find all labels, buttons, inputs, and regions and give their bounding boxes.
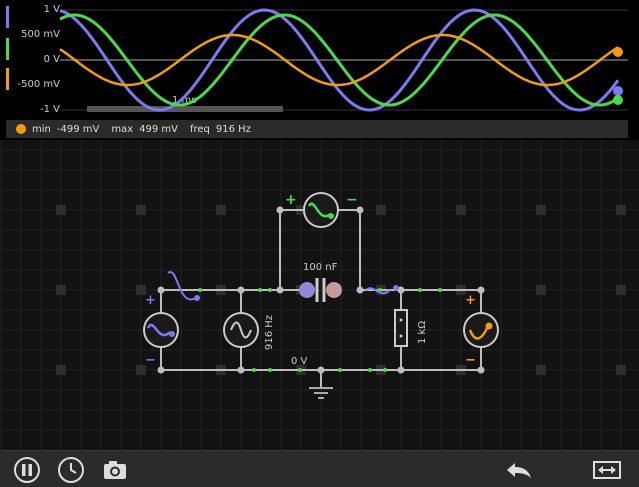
ch2-end-dot — [613, 95, 623, 105]
source-frequency: 916 Hz — [264, 315, 275, 350]
clock-icon — [58, 457, 84, 483]
fit-view-button[interactable] — [592, 455, 622, 485]
screenshot-button[interactable] — [100, 455, 130, 485]
freq-label: freq — [189, 123, 210, 135]
undo-icon — [507, 463, 531, 478]
resistor-value: 1 kΩ — [417, 321, 428, 344]
plus-sign: + — [285, 192, 297, 208]
y-label-neg500mv: -500 mV — [17, 79, 60, 90]
time-scale-bar[interactable] — [87, 106, 283, 112]
max-value: 499 mV — [139, 123, 178, 135]
minus-sign: − — [346, 192, 358, 208]
ch1-end-dot — [613, 86, 623, 96]
plus-sign: + — [465, 293, 476, 308]
capacitor[interactable]: 100 nF — [299, 262, 399, 302]
y-label-1v: 1 V — [43, 4, 60, 15]
probe-left[interactable]: + − — [143, 271, 200, 368]
y-label-0v: 0 V — [43, 54, 60, 65]
minus-sign: − — [465, 353, 476, 368]
channel-dot-icon — [16, 124, 26, 134]
min-label: min — [32, 123, 51, 135]
plus-sign: + — [145, 293, 156, 308]
ch3-end-dot — [613, 47, 623, 57]
minus-sign: − — [145, 353, 156, 368]
fit-icon — [593, 461, 621, 479]
circuit-canvas[interactable]: + − 916 Hz + − 100 nF 1 kΩ + − 0 V — [0, 140, 639, 450]
ac-source[interactable]: 916 Hz — [223, 312, 275, 350]
resistor[interactable]: 1 kΩ — [394, 309, 428, 347]
max-label: max — [111, 123, 134, 135]
undo-button[interactable] — [504, 455, 534, 485]
measurement-bar: min -499 mV max 499 mV freq 916 Hz — [6, 120, 628, 138]
ground-voltage: 0 V — [291, 356, 308, 367]
bottom-toolbar — [0, 450, 639, 487]
scope-graph: 1 ms — [6, 6, 628, 112]
pause-button[interactable] — [12, 455, 42, 485]
pause-icon — [14, 457, 40, 483]
breadboard-grid — [0, 140, 639, 450]
oscilloscope-panel[interactable]: 1 ms 1 V 500 mV 0 V -500 mV -1 V — [0, 0, 639, 120]
y-label-neg1v: -1 V — [40, 104, 60, 115]
ground-symbol: 0 V — [291, 356, 333, 399]
y-label-500mv: 500 mV — [21, 29, 60, 40]
freq-value: 916 Hz — [215, 123, 251, 135]
camera-icon — [104, 461, 126, 479]
capacitor-value: 100 nF — [303, 262, 338, 273]
min-value: -499 mV — [56, 123, 100, 135]
speed-button[interactable] — [56, 455, 86, 485]
